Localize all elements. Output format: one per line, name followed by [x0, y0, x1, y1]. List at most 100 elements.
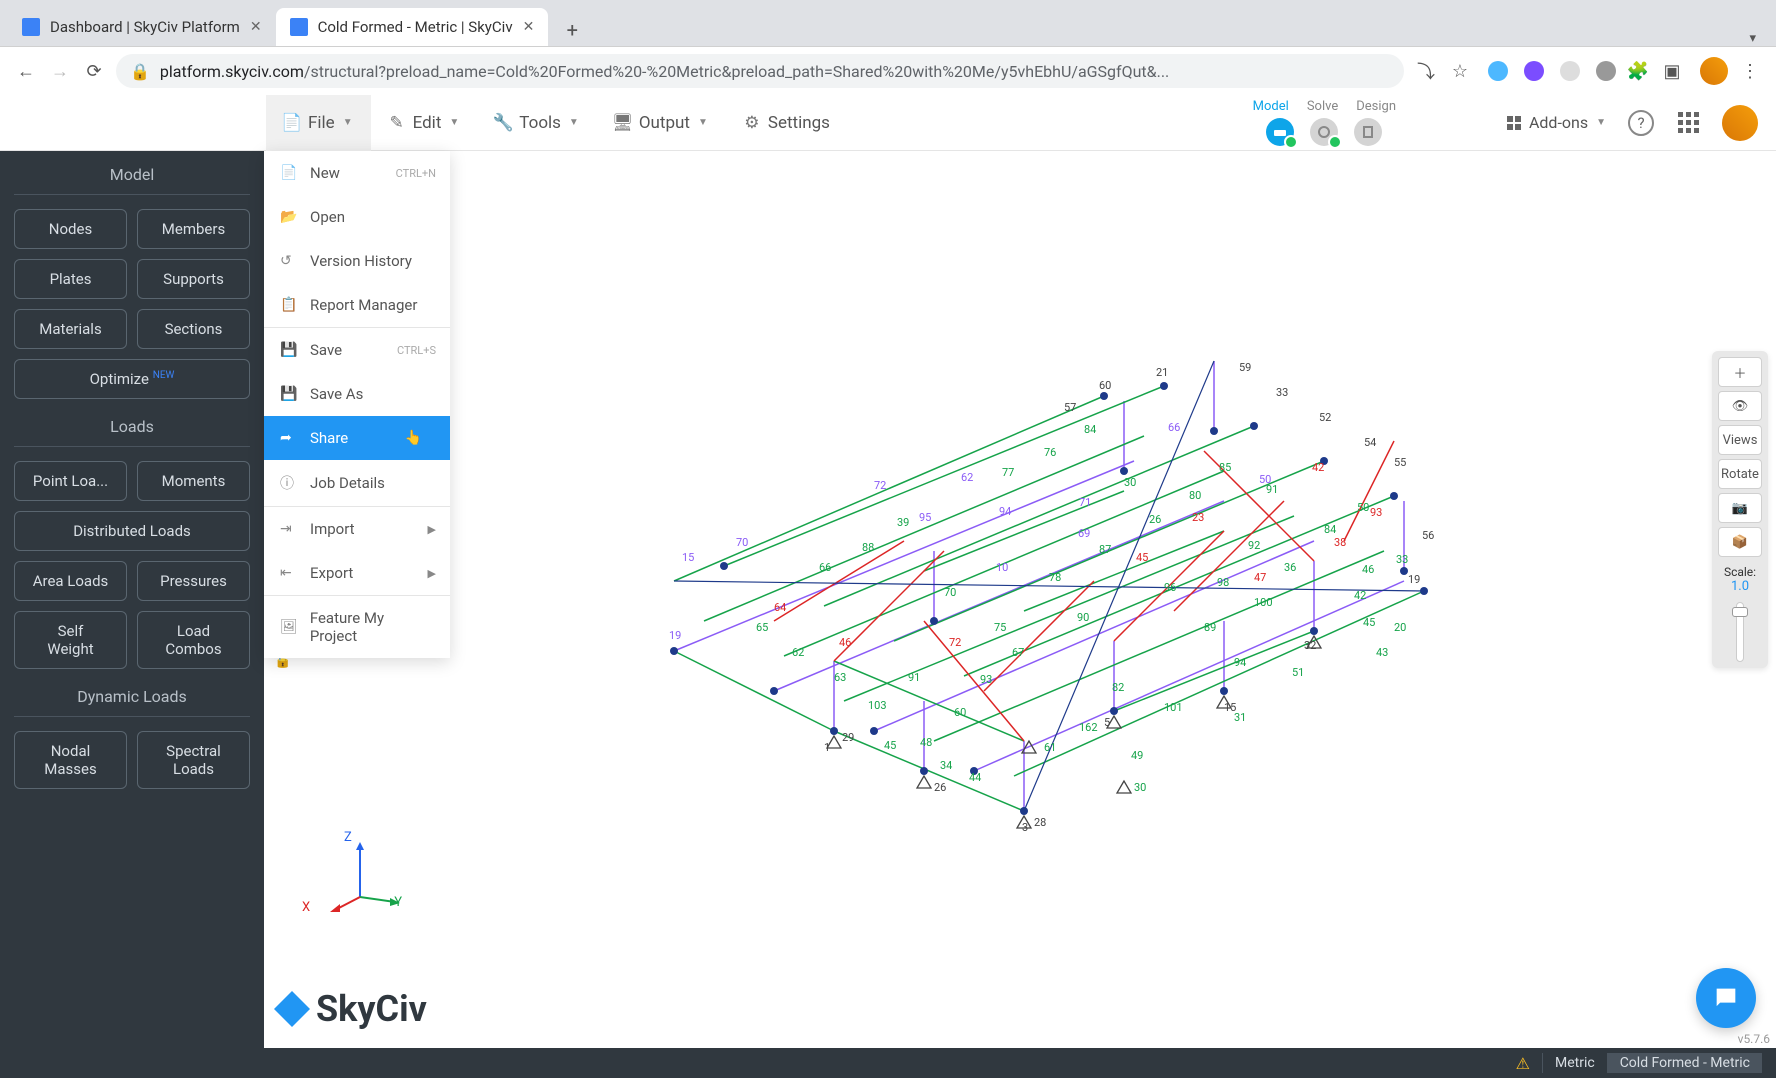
extensions-icon[interactable]: 🧩 [1626, 59, 1650, 83]
tab-dashboard[interactable]: Dashboard | SkyCiv Platform ✕ [8, 8, 276, 46]
spectral-loads-button[interactable]: Spectral Loads [137, 731, 250, 789]
svg-text:92: 92 [1248, 539, 1260, 552]
tab-close-icon[interactable]: ✕ [523, 19, 535, 35]
nodal-masses-button[interactable]: Nodal Masses [14, 731, 127, 789]
user-avatar[interactable] [1722, 105, 1758, 141]
chevron-down-icon: ▼ [343, 117, 353, 128]
menu-save-as[interactable]: 💾 Save As [264, 372, 450, 416]
menu-label: Share [310, 429, 348, 447]
axis-widget: Z Y X [302, 830, 402, 920]
area-loads-button[interactable]: Area Loads [14, 561, 127, 601]
info-icon: ⓘ [280, 473, 298, 493]
optimize-button[interactable]: Optimize NEW [14, 359, 250, 399]
addons-button[interactable]: Add-ons ▼ [1507, 113, 1606, 132]
apps-icon[interactable] [1676, 111, 1700, 135]
install-icon[interactable]: ⤵ [1414, 59, 1438, 83]
view-tool-rail: ＋ 👁 Views Rotate 📷 📦 Scale: 1.0 [1712, 351, 1768, 668]
new-tab-button[interactable]: + [556, 14, 588, 46]
bookmark-icon[interactable]: ☆ [1448, 59, 1472, 83]
tools-menu-button[interactable]: 🔧 Tools ▼ [477, 95, 597, 151]
file-menu-button[interactable]: 📄 File ▼ [266, 95, 371, 151]
members-button[interactable]: Members [137, 209, 250, 249]
point-loads-button[interactable]: Point Loa... [14, 461, 127, 501]
settings-menu-button[interactable]: ⚙ Settings [726, 95, 848, 151]
section-title-dynamic: Dynamic Loads [14, 687, 250, 717]
model-status-icon[interactable] [1266, 118, 1294, 146]
chevron-down-icon: ▼ [449, 117, 459, 128]
folder-icon: 📂 [280, 209, 298, 225]
pencil-icon: ✎ [389, 115, 405, 131]
url-input[interactable]: 🔒 platform.skyciv.com/structural?preload… [116, 54, 1404, 88]
forward-icon[interactable]: → [48, 59, 72, 83]
mode-tab-solve[interactable]: Solve [1307, 99, 1338, 114]
output-menu-button[interactable]: 🖥 Output ▼ [597, 95, 726, 151]
extension-icon[interactable] [1560, 61, 1580, 81]
tools-label: Tools [519, 113, 561, 133]
extension-icon[interactable] [1596, 61, 1616, 81]
menu-new[interactable]: 📄 New CTRL+N [264, 151, 450, 195]
sidepanel-icon[interactable]: ▣ [1660, 59, 1684, 83]
self-weight-button[interactable]: Self Weight [14, 611, 127, 669]
menu-label: Feature My Project [310, 609, 434, 645]
svg-text:66: 66 [1168, 421, 1180, 434]
menu-job-details[interactable]: ⓘ Job Details [264, 460, 450, 506]
plates-button[interactable]: Plates [14, 259, 127, 299]
skyciv-logo: SkyCiv [274, 988, 427, 1030]
box-button[interactable]: 📦 [1718, 527, 1762, 557]
logo-text: SkyCiv [316, 988, 427, 1030]
moments-button[interactable]: Moments [137, 461, 250, 501]
eye-button[interactable]: 👁 [1718, 391, 1762, 421]
scale-slider[interactable] [1736, 602, 1744, 662]
menu-share[interactable]: ➦ Share 👆 [264, 416, 450, 460]
zoom-in-button[interactable]: ＋ [1718, 357, 1762, 387]
tabs-dropdown-icon[interactable]: ▾ [1749, 31, 1756, 46]
materials-button[interactable]: Materials [14, 309, 127, 349]
history-icon: ↺ [280, 253, 298, 269]
nodes-button[interactable]: Nodes [14, 209, 127, 249]
supports-button[interactable]: Supports [137, 259, 250, 299]
status-units[interactable]: Metric [1542, 1053, 1607, 1073]
design-status-icon[interactable] [1354, 118, 1382, 146]
menu-import[interactable]: ⇥ Import ▶ [264, 507, 450, 551]
extension-icon[interactable] [1524, 61, 1544, 81]
camera-button[interactable]: 📷 [1718, 493, 1762, 523]
distributed-loads-button[interactable]: Distributed Loads [14, 511, 250, 551]
chevron-down-icon: ▼ [1596, 117, 1606, 128]
menu-version-history[interactable]: ↺ Version History [264, 239, 450, 283]
tab-close-icon[interactable]: ✕ [250, 19, 262, 35]
svg-text:48: 48 [920, 736, 932, 749]
warning-icon[interactable]: ⚠ [1516, 1054, 1530, 1073]
menu-report-manager[interactable]: 📋 Report Manager [264, 283, 450, 327]
svg-text:63: 63 [834, 671, 846, 684]
help-icon[interactable]: ? [1628, 110, 1654, 136]
menu-open[interactable]: 📂 Open [264, 195, 450, 239]
canvas-viewport[interactable]: Sec5: LC08330 Sec6: 30 x 1 SW: ON 🔓 Z Y … [264, 151, 1776, 1048]
back-icon[interactable]: ← [14, 59, 38, 83]
mode-tab-model[interactable]: Model [1253, 99, 1289, 114]
menu-feature[interactable]: 🖼 Feature My Project [264, 596, 450, 658]
svg-text:55: 55 [1394, 456, 1406, 469]
extension-icon[interactable] [1488, 61, 1508, 81]
load-combos-button[interactable]: Load Combos [137, 611, 250, 669]
dynamic-loads-section: Dynamic Loads Nodal Masses Spectral Load… [14, 687, 250, 789]
mode-tab-design[interactable]: Design [1356, 99, 1396, 114]
status-filename[interactable]: Cold Formed - Metric [1607, 1053, 1762, 1073]
svg-text:87: 87 [1099, 543, 1111, 556]
menu-save[interactable]: 💾 Save CTRL+S [264, 328, 450, 372]
profile-avatar[interactable] [1700, 57, 1728, 85]
shortcut-label: CTRL+S [397, 344, 436, 357]
slider-thumb[interactable] [1732, 607, 1748, 617]
tab-cold-formed[interactable]: Cold Formed - Metric | SkyCiv ✕ [276, 8, 549, 46]
svg-text:36: 36 [1284, 561, 1296, 574]
edit-menu-button[interactable]: ✎ Edit ▼ [371, 95, 478, 151]
sections-button[interactable]: Sections [137, 309, 250, 349]
views-button[interactable]: Views [1718, 425, 1762, 455]
rotate-button[interactable]: Rotate [1718, 459, 1762, 489]
menu-export[interactable]: ⇤ Export ▶ [264, 551, 450, 595]
pressures-button[interactable]: Pressures [137, 561, 250, 601]
share-icon: ➦ [280, 430, 298, 446]
reload-icon[interactable]: ⟳ [82, 59, 106, 83]
solve-status-icon[interactable] [1310, 118, 1338, 146]
menu-icon[interactable]: ⋮ [1738, 59, 1762, 83]
chat-button[interactable] [1696, 968, 1756, 1028]
